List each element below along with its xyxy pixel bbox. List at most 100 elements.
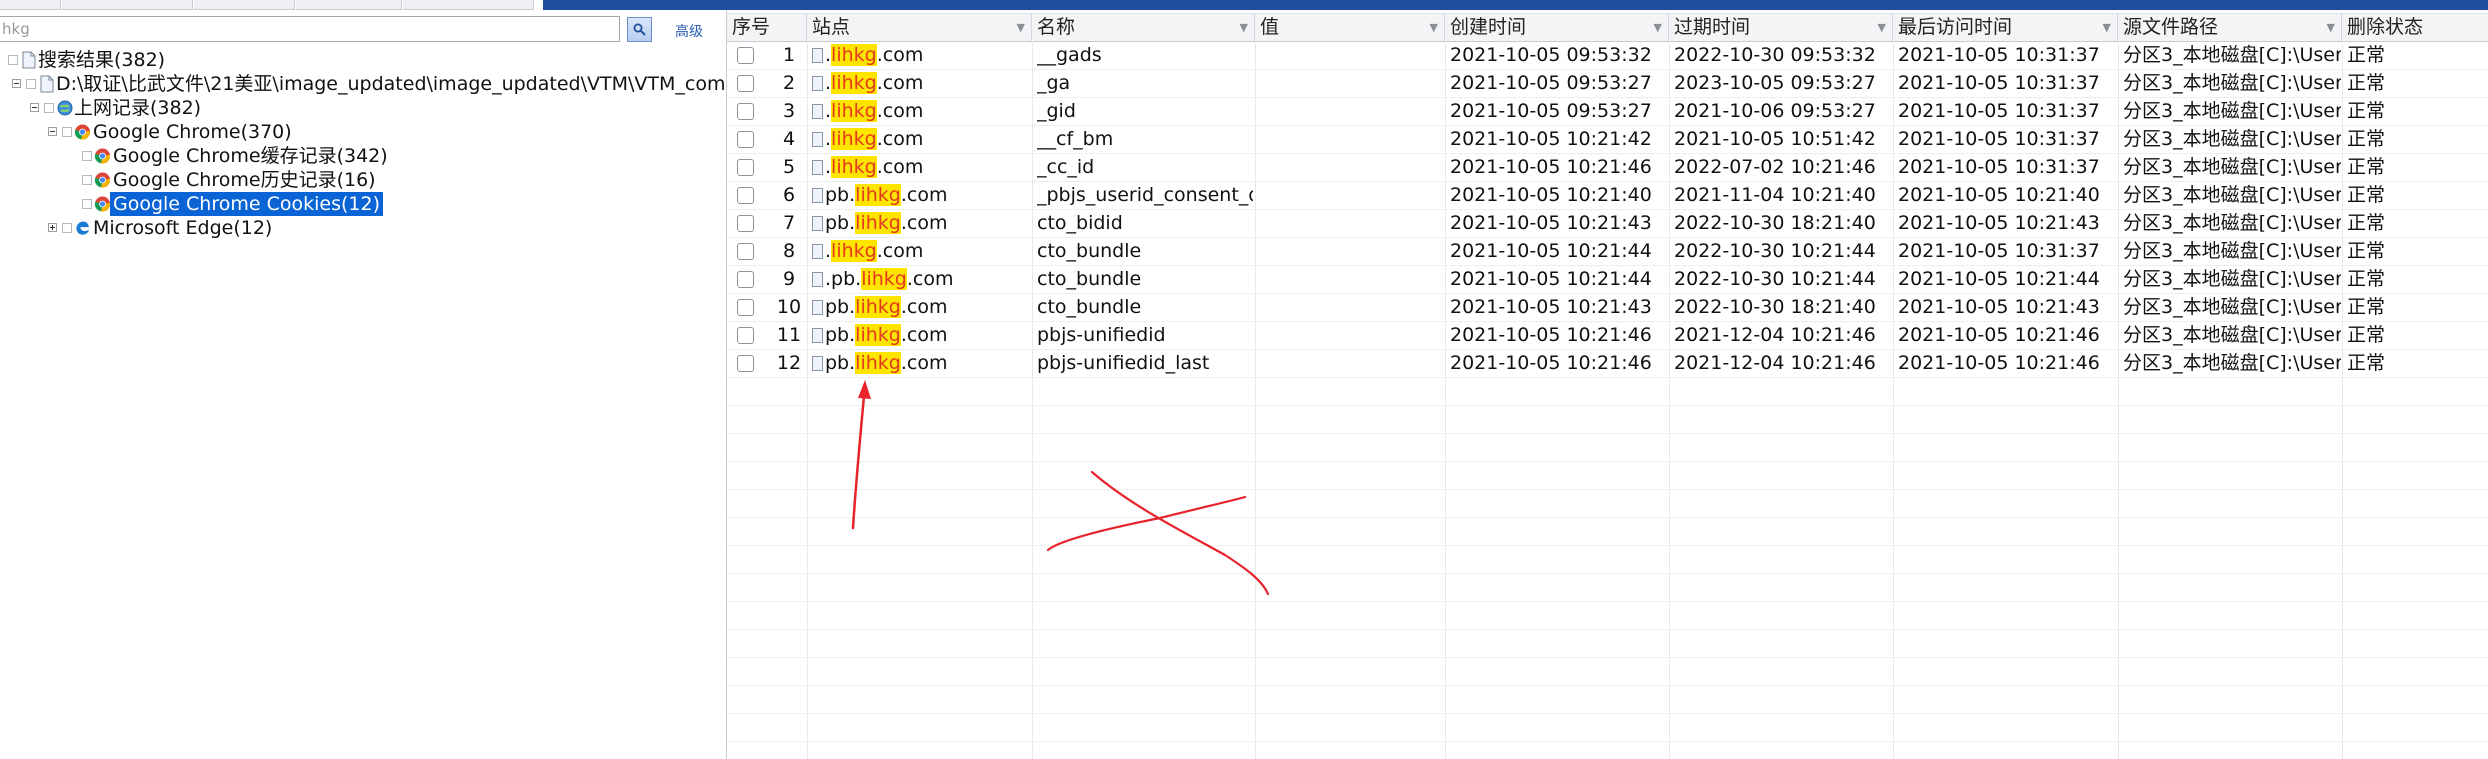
- top-tab-1[interactable]: [0, 0, 61, 10]
- row-checkbox[interactable]: [737, 131, 754, 148]
- tree-checkbox[interactable]: [82, 151, 92, 161]
- tree-checkbox[interactable]: [26, 79, 36, 89]
- row-checkbox[interactable]: [737, 47, 754, 64]
- cell-source: 分区3_本地磁盘[C]:\User...: [2123, 212, 2341, 234]
- search-button[interactable]: [627, 17, 652, 42]
- cell-no: 12: [776, 352, 802, 374]
- cell-expires: 2021-10-06 09:53:27: [1674, 100, 1876, 122]
- row-checkbox[interactable]: [737, 75, 754, 92]
- grid-row-divider: [727, 405, 2488, 406]
- column-header-source[interactable]: 源文件路径 ▼: [2118, 14, 2342, 41]
- tree-checkbox[interactable]: [82, 175, 92, 185]
- top-tab-2[interactable]: [62, 0, 193, 10]
- table-row[interactable]: 10 pb.lihkg.com cto_bundle 2021-10-05 10:21…: [727, 293, 2488, 321]
- table-row[interactable]: 6pb.lihkg.com_pbjs_userid_consent_d...20…: [727, 181, 2488, 209]
- cell-no: 8: [782, 240, 796, 262]
- document-icon: [22, 51, 36, 69]
- cell-status: 正常: [2347, 156, 2386, 178]
- filter-icon[interactable]: ▼: [1017, 14, 1025, 41]
- collapse-icon[interactable]: [30, 103, 39, 112]
- table-row[interactable]: 1 .lihkg.com __gads 2021-10-05 09:53:32 2022…: [727, 41, 2488, 69]
- tree-label: Google Chrome历史记录(16): [113, 169, 376, 191]
- column-header-site[interactable]: 站点 ▼: [807, 14, 1032, 41]
- tree-checkbox[interactable]: [82, 199, 92, 209]
- filter-icon[interactable]: ▼: [2327, 14, 2335, 41]
- table-row[interactable]: 8 .lihkg.com cto_bundle 2021-10-05 10:21:44…: [727, 237, 2488, 265]
- tree-checkbox[interactable]: [44, 103, 54, 113]
- file-icon: [812, 48, 823, 63]
- column-header-accessed[interactable]: 最后访问时间 ▼: [1893, 14, 2118, 41]
- advanced-search-link[interactable]: 高级: [675, 21, 703, 41]
- top-tab-5[interactable]: [403, 0, 534, 10]
- cell-site: .lihkg.com: [812, 237, 1032, 265]
- site-suffix: .com: [876, 240, 924, 262]
- chrome-icon: [94, 196, 111, 212]
- grid-row-divider: [727, 629, 2488, 630]
- row-checkbox[interactable]: [737, 299, 754, 316]
- tree-checkbox[interactable]: [8, 55, 18, 65]
- top-tab-strip: [0, 0, 2488, 10]
- column-header-value[interactable]: 值 ▼: [1255, 14, 1445, 41]
- file-icon: [812, 132, 823, 147]
- cell-site: pb.lihkg.com: [812, 293, 1032, 321]
- filter-icon[interactable]: ▼: [2103, 14, 2111, 41]
- cell-no: 9: [782, 268, 796, 290]
- filter-icon[interactable]: ▼: [1878, 14, 1886, 41]
- site-suffix: .com: [900, 296, 948, 318]
- column-header-no[interactable]: 序号: [727, 14, 807, 41]
- cell-status: 正常: [2347, 72, 2386, 94]
- column-header-name[interactable]: 名称 ▼: [1032, 14, 1255, 41]
- cell-value: [1260, 97, 1444, 125]
- table-row[interactable]: 5 .lihkg.com _cc_id 2021-10-05 10:21:46 2022…: [727, 153, 2488, 181]
- cell-value: [1260, 321, 1444, 349]
- row-checkbox[interactable]: [737, 271, 754, 288]
- file-icon: [812, 328, 823, 343]
- cell-accessed: 2021-10-05 10:21:43: [1898, 296, 2100, 318]
- search-highlight: lihkg: [855, 184, 901, 206]
- cell-expires: 2022-10-30 18:21:40: [1674, 212, 1876, 234]
- tree-checkbox[interactable]: [62, 127, 72, 137]
- table-row[interactable]: 11 pb.lihkg.com pbjs-unifiedid 2021-10-05 1…: [727, 321, 2488, 349]
- search-input[interactable]: [0, 16, 620, 42]
- row-checkbox[interactable]: [737, 327, 754, 344]
- cell-accessed: 2021-10-05 10:31:37: [1898, 156, 2100, 178]
- filter-icon[interactable]: ▼: [1430, 14, 1438, 41]
- table-row[interactable]: 9 .pb.lihkg.com cto_bundle 2021-10-05 10:21…: [727, 265, 2488, 293]
- row-checkbox[interactable]: [737, 187, 754, 204]
- table-row[interactable]: 7 pb.lihkg.com cto_bidid 2021-10-05 10:21:4…: [727, 209, 2488, 237]
- filter-icon[interactable]: ▼: [1240, 14, 1248, 41]
- cell-no: 11: [776, 324, 802, 346]
- row-checkbox[interactable]: [737, 159, 754, 176]
- table-row[interactable]: 12 pb.lihkg.com pbjs-unifiedid_last 2021-10…: [727, 349, 2488, 377]
- column-header-created[interactable]: 创建时间 ▼: [1445, 14, 1669, 41]
- column-header-status[interactable]: 删除状态: [2342, 14, 2488, 41]
- top-tab-4[interactable]: [296, 0, 402, 10]
- cell-created: 2021-10-05 10:21:43: [1450, 296, 1652, 318]
- table-row[interactable]: 3 .lihkg.com _gid 2021-10-05 09:53:27 2021-1…: [727, 97, 2488, 125]
- cell-status: 正常: [2347, 100, 2386, 122]
- top-tab-3[interactable]: [194, 0, 295, 10]
- cell-created: 2021-10-05 09:53:32: [1450, 44, 1652, 66]
- row-checkbox[interactable]: [737, 215, 754, 232]
- cell-site: .lihkg.com: [812, 41, 1032, 69]
- cell-site: pb.lihkg.com: [812, 349, 1032, 377]
- expand-icon[interactable]: [48, 223, 57, 232]
- collapse-icon[interactable]: [48, 127, 57, 136]
- cell-created: 2021-10-05 10:21:40: [1450, 184, 1652, 206]
- cell-created: 2021-10-05 10:21:43: [1450, 212, 1652, 234]
- cell-site: .lihkg.com: [812, 69, 1032, 97]
- table-row[interactable]: 4 .lihkg.com __cf_bm 2021-10-05 10:21:42 202…: [727, 125, 2488, 153]
- row-checkbox[interactable]: [737, 103, 754, 120]
- cell-no: 5: [782, 156, 796, 178]
- table-row[interactable]: 2 .lihkg.com _ga 2021-10-05 09:53:27 2023-10…: [727, 69, 2488, 97]
- collapse-icon[interactable]: [12, 79, 21, 88]
- cell-site: .lihkg.com: [812, 125, 1032, 153]
- column-header-expires[interactable]: 过期时间 ▼: [1669, 14, 1893, 41]
- row-checkbox[interactable]: [737, 355, 754, 372]
- tree-checkbox[interactable]: [62, 223, 72, 233]
- cell-no: 1: [782, 44, 796, 66]
- cell-accessed: 2021-10-05 10:21:46: [1898, 324, 2100, 346]
- row-checkbox[interactable]: [737, 243, 754, 260]
- filter-icon[interactable]: ▼: [1654, 14, 1662, 41]
- search-highlight: lihkg: [855, 212, 901, 234]
